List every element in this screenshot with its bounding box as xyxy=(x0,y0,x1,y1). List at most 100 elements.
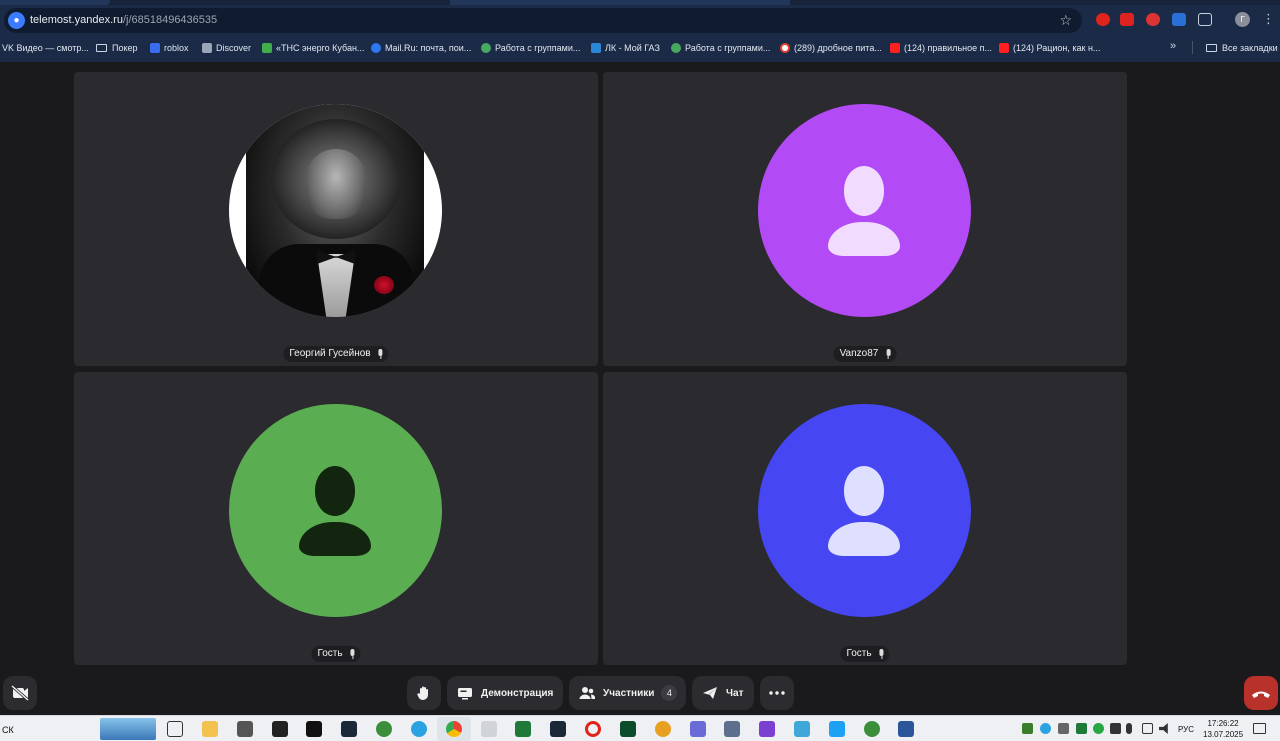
bookmark-item[interactable]: Работа с группами... xyxy=(671,40,770,56)
extension-video-icon[interactable] xyxy=(1120,13,1134,26)
steam-icon[interactable] xyxy=(550,721,566,737)
vpn-icon[interactable] xyxy=(759,721,775,737)
person-icon xyxy=(315,466,355,516)
bookmark-item[interactable]: (289) дробное пита... xyxy=(780,40,882,56)
notifications-icon[interactable] xyxy=(1253,723,1266,734)
leave-call-button[interactable] xyxy=(1244,676,1278,710)
bookmark-item[interactable]: VK Видео — смотр... xyxy=(2,40,89,56)
extensions-puzzle-icon[interactable] xyxy=(1198,13,1212,26)
app-icon[interactable] xyxy=(864,721,880,737)
site-info-icon[interactable]: ● xyxy=(8,12,25,29)
groups-icon xyxy=(481,43,491,53)
hang-up-icon xyxy=(1252,691,1270,698)
bookmark-item[interactable]: (124) Рацион, как н... xyxy=(999,40,1100,56)
windows-taskbar: СК РУС 17:26:22 13.07.2025 xyxy=(0,715,1280,741)
participant-tile[interactable]: Георгий Гусейнов xyxy=(74,72,598,366)
bookmark-item[interactable]: roblox xyxy=(150,40,189,56)
bookmark-item[interactable]: ЛК - Мой ГАЗ xyxy=(591,40,660,56)
roblox-icon xyxy=(150,43,160,53)
bookmark-label: Покер xyxy=(112,43,138,53)
bookmark-label: VK Видео — смотр... xyxy=(2,43,89,53)
taskbar-search-banner[interactable] xyxy=(100,718,156,740)
bookmark-item[interactable]: Discover xyxy=(202,40,251,56)
excel-icon[interactable] xyxy=(515,721,531,737)
bookmarks-divider xyxy=(1192,41,1193,54)
app-icon[interactable] xyxy=(724,721,740,737)
calculator-icon[interactable] xyxy=(237,721,253,737)
tray-icon[interactable] xyxy=(1058,723,1069,734)
steam-icon[interactable] xyxy=(341,721,357,737)
more-options-button[interactable] xyxy=(760,676,794,710)
participants-icon xyxy=(579,687,595,699)
bookmark-item[interactable]: Mail.Ru: почта, пои... xyxy=(371,40,471,56)
taskbar-clock[interactable]: 17:26:22 13.07.2025 xyxy=(1203,718,1243,740)
bookmarks-overflow-icon[interactable]: » xyxy=(1170,40,1176,52)
mic-icon xyxy=(879,649,885,659)
person-icon xyxy=(844,166,884,216)
google-icon xyxy=(780,43,790,53)
participant-avatar xyxy=(758,104,971,317)
profile-avatar[interactable]: Г xyxy=(1235,12,1250,27)
participant-tile[interactable]: Гость xyxy=(74,372,598,665)
participant-tile[interactable]: Vanzo87 xyxy=(603,72,1127,366)
participant-name: Георгий Гусейнов xyxy=(289,348,371,359)
opera-icon[interactable] xyxy=(585,721,601,737)
app-icon[interactable] xyxy=(794,721,810,737)
language-indicator[interactable]: РУС xyxy=(1178,725,1194,734)
raise-hand-button[interactable] xyxy=(407,676,441,710)
tab-strip xyxy=(0,0,1280,5)
bookmark-label: roblox xyxy=(164,43,189,53)
address-bar[interactable]: ● telemost.yandex.ru/j/68518496436535 ☆ xyxy=(4,8,1082,33)
extension-red-icon[interactable] xyxy=(1096,13,1110,26)
tray-mic-icon[interactable] xyxy=(1126,723,1132,734)
browser-menu-icon[interactable]: ⋮ xyxy=(1262,12,1275,26)
participant-name-tag: Гость xyxy=(840,646,890,662)
browser-tab[interactable] xyxy=(450,0,790,5)
app-icon[interactable] xyxy=(620,721,636,737)
tray-telegram-icon[interactable] xyxy=(1040,723,1051,734)
participant-avatar xyxy=(758,404,971,617)
participant-name-tag: Георгий Гусейнов xyxy=(283,346,389,362)
tray-icon[interactable] xyxy=(1093,723,1104,734)
bookmark-item[interactable]: Работа с группами... xyxy=(481,40,580,56)
extension-blue-icon[interactable] xyxy=(1172,13,1186,26)
app-icon[interactable] xyxy=(829,721,845,737)
bookmark-label: Все закладки xyxy=(1222,43,1278,53)
participants-button[interactable]: Участники 4 xyxy=(569,676,686,710)
tray-nvidia-icon[interactable] xyxy=(1022,723,1033,734)
screen-share-button[interactable]: Демонстрация xyxy=(447,676,563,710)
camera-toggle-button[interactable] xyxy=(3,676,37,710)
browser-tab[interactable] xyxy=(0,0,110,5)
tray-icon[interactable] xyxy=(1110,723,1121,734)
tray-volume-icon[interactable] xyxy=(1159,723,1168,734)
telegram-icon[interactable] xyxy=(411,721,427,737)
app-icon[interactable] xyxy=(376,721,392,737)
extension-adblock-icon[interactable] xyxy=(1146,13,1160,26)
word-icon[interactable] xyxy=(898,721,914,737)
tray-network-icon[interactable] xyxy=(1142,723,1153,734)
bookmark-star-icon[interactable]: ☆ xyxy=(1059,12,1072,29)
app-icon[interactable] xyxy=(690,721,706,737)
settings-gear-icon[interactable] xyxy=(655,721,671,737)
participant-tile[interactable]: Гость xyxy=(603,372,1127,665)
bookmark-item[interactable]: (124) правильное п... xyxy=(890,40,992,56)
screen-share-icon xyxy=(458,688,472,700)
browser-toolbar: ● telemost.yandex.ru/j/68518496436535 ☆ … xyxy=(0,0,1280,62)
bookmark-item[interactable]: «ТНС энерго Кубан... xyxy=(262,40,364,56)
chat-button[interactable]: Чат xyxy=(692,676,754,710)
url-text[interactable]: telemost.yandex.ru/j/68518496436535 xyxy=(30,14,217,26)
tray-icon[interactable] xyxy=(1076,723,1087,734)
task-view-icon[interactable] xyxy=(167,721,183,737)
chrome-icon[interactable] xyxy=(446,721,462,737)
app-icon[interactable] xyxy=(306,721,322,737)
taskbar-weather-text[interactable]: СК xyxy=(2,725,14,735)
bookmark-label: (124) Рацион, как н... xyxy=(1013,43,1101,53)
file-explorer-icon[interactable] xyxy=(202,721,218,737)
app-icon[interactable] xyxy=(481,721,497,737)
more-dots-icon xyxy=(769,691,785,695)
participant-avatar xyxy=(229,404,442,617)
mic-icon xyxy=(350,649,356,659)
all-bookmarks[interactable]: Все закладки xyxy=(1206,40,1278,56)
app-icon[interactable] xyxy=(272,721,288,737)
bookmark-folder[interactable]: Покер xyxy=(96,40,138,56)
